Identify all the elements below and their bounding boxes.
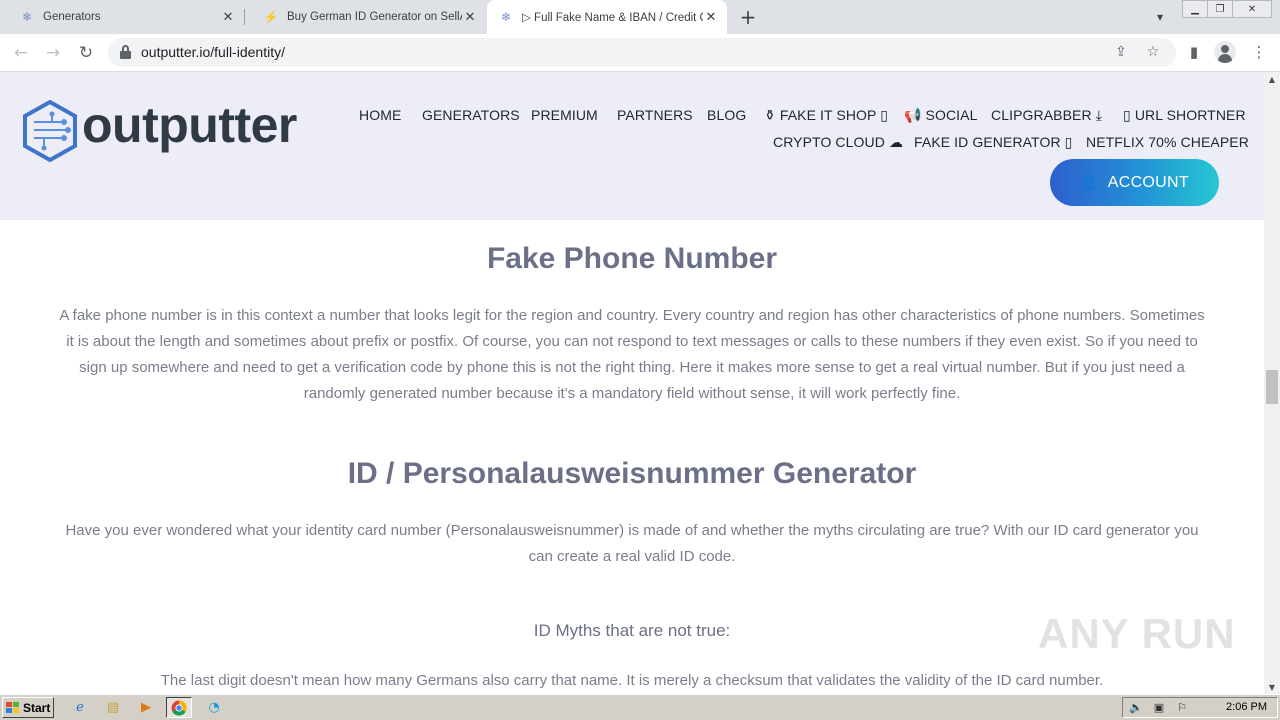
page-viewport: outputter HOME GENERATORS PREMIUM PARTNE… xyxy=(0,72,1264,694)
volume-icon[interactable]: 🔈 xyxy=(1126,700,1146,716)
browser-toolbar: ← → ↻ outputter.io/full-identity/ ⇪ ☆ ▮ … xyxy=(0,34,1280,72)
start-button[interactable]: Start xyxy=(2,697,54,718)
tab-close-icon[interactable]: ✕ xyxy=(703,9,719,25)
tab-sellapp[interactable]: ⚡ Buy German ID Generator on SellApp ✕ xyxy=(244,0,486,34)
internet-explorer-icon[interactable]: ℯ xyxy=(67,697,93,718)
tab-close-icon[interactable]: ✕ xyxy=(462,9,478,25)
nav-crypto-cloud-label: CRYPTO CLOUD xyxy=(773,134,885,150)
nav-url-shortner[interactable]: ▯ URL SHORTNER xyxy=(1123,107,1246,124)
bookmark-star-icon[interactable]: ☆ xyxy=(1144,43,1162,61)
box-icon: ▯ xyxy=(1123,107,1131,123)
media-player-icon[interactable]: ▶ xyxy=(133,697,159,718)
id-myth-1-text: The last digit doesn't mean how many Ger… xyxy=(160,672,1104,689)
tab-generators[interactable]: ❄ Generators ✕ xyxy=(0,0,244,34)
windows-logo-icon xyxy=(6,701,20,714)
profile-avatar-icon[interactable] xyxy=(1214,41,1236,63)
megaphone-icon: 📢 xyxy=(904,107,922,123)
nav-fake-id-generator[interactable]: FAKE ID GENERATOR ▯ xyxy=(914,134,1072,151)
box-icon: ▯ xyxy=(1064,134,1073,150)
fake-phone-number-text: A fake phone number is in this context a… xyxy=(59,307,1205,402)
nav-generators[interactable]: GENERATORS xyxy=(422,107,520,123)
page-scrollbar[interactable]: ▲ ▼ xyxy=(1264,72,1280,694)
outputter-favicon-icon: ❄ xyxy=(500,10,512,24)
id-generator-heading: ID / Personalausweisnummer Generator xyxy=(347,457,917,490)
restore-icon[interactable]: ❐ xyxy=(1207,0,1233,18)
nav-clipgrabber[interactable]: CLIPGRABBER ⤓ xyxy=(991,107,1102,124)
edge-icon[interactable]: ◔ xyxy=(201,697,227,718)
lock-icon[interactable] xyxy=(120,45,131,59)
account-button-label: ACCOUNT xyxy=(1107,173,1189,191)
nav-social-label: SOCIAL xyxy=(925,107,978,123)
nav-fake-id-generator-label: FAKE ID GENERATOR xyxy=(914,134,1061,150)
window-close-icon[interactable]: ✕ xyxy=(1232,0,1272,18)
nav-fake-it-shop-label: FAKE IT SHOP xyxy=(779,107,877,123)
nav-premium[interactable]: PREMIUM xyxy=(531,107,598,123)
nav-fake-it-shop[interactable]: ⚱ FAKE IT SHOP ▯ xyxy=(764,107,888,124)
logo-text[interactable]: outputter xyxy=(82,96,297,154)
scroll-up-arrow-icon[interactable]: ▲ xyxy=(1264,72,1280,86)
nav-blog[interactable]: BLOG xyxy=(707,107,746,123)
tab-title: Buy German ID Generator on SellApp xyxy=(287,11,462,23)
browser-tab-strip: ❄ Generators ✕ ⚡ Buy German ID Generator… xyxy=(0,0,1280,34)
minimize-icon[interactable]: ▁ xyxy=(1182,0,1208,18)
tab-search-chevron-icon[interactable]: ▾ xyxy=(1150,8,1170,26)
nav-url-shortner-label: URL SHORTNER xyxy=(1134,107,1246,123)
nav-clipgrabber-label: CLIPGRABBER xyxy=(991,107,1092,123)
nav-partners[interactable]: PARTNERS xyxy=(617,107,693,123)
window-controls: ▁ ❐ ✕ xyxy=(1182,0,1272,18)
clock[interactable]: 2:06 PM xyxy=(1226,701,1267,713)
outputter-logo-icon[interactable] xyxy=(22,100,78,162)
anyrun-watermark: ANY RUN xyxy=(1038,610,1236,657)
box-icon: ▯ xyxy=(880,107,889,123)
file-explorer-icon[interactable]: ▤ xyxy=(100,697,126,718)
kebab-menu-icon[interactable]: ⋮ xyxy=(1247,40,1271,64)
tab-close-icon[interactable]: ✕ xyxy=(220,9,236,25)
windows-taskbar: Start ℯ ▤ ▶ ◔ 🔈 ▣ ⚐ 2:06 PM xyxy=(0,694,1280,720)
system-tray: 🔈 ▣ ⚐ 2:06 PM xyxy=(1122,697,1278,718)
site-header: outputter HOME GENERATORS PREMIUM PARTNE… xyxy=(0,72,1264,220)
nav-social[interactable]: 📢 SOCIAL xyxy=(904,107,978,124)
back-arrow-icon[interactable]: ← xyxy=(8,40,34,66)
shop-bag-icon: ⚱ xyxy=(764,107,776,123)
nav-home[interactable]: HOME xyxy=(359,107,401,123)
url-text[interactable]: outputter.io/full-identity/ xyxy=(141,44,285,60)
nav-netflix[interactable]: NETFLIX 70% CHEAPER xyxy=(1086,134,1249,150)
cloud-icon: ☁ xyxy=(888,134,904,150)
download-icon: ⤓ xyxy=(1095,107,1102,123)
address-bar[interactable]: outputter.io/full-identity/ ⇪ ☆ xyxy=(108,38,1176,67)
scrollbar-thumb[interactable] xyxy=(1266,370,1278,404)
side-panel-icon[interactable]: ▮ xyxy=(1182,40,1206,64)
id-generator-text: Have you ever wondered what your identit… xyxy=(65,522,1199,565)
outputter-favicon-icon: ❄ xyxy=(21,10,33,24)
start-label: Start xyxy=(23,700,51,715)
new-tab-button[interactable]: + xyxy=(736,5,760,29)
tab-title: Generators xyxy=(43,11,101,23)
fake-phone-number-heading: Fake Phone Number xyxy=(486,242,778,275)
tab-title: ▷ Full Fake Name & IBAN / Credit Ca xyxy=(522,12,703,24)
action-center-flag-icon[interactable]: ⚐ xyxy=(1172,700,1192,716)
scroll-down-arrow-icon[interactable]: ▼ xyxy=(1264,680,1280,694)
tab-full-identity[interactable]: ❄ ▷ Full Fake Name & IBAN / Credit Ca ✕ xyxy=(487,0,727,34)
reload-icon[interactable]: ↻ xyxy=(73,40,99,66)
chrome-icon[interactable] xyxy=(166,697,192,718)
share-icon[interactable]: ⇪ xyxy=(1112,43,1130,61)
user-icon: 👤 xyxy=(1080,174,1098,190)
network-icon[interactable]: ▣ xyxy=(1149,700,1169,716)
nav-crypto-cloud[interactable]: CRYPTO CLOUD ☁ xyxy=(773,134,903,151)
forward-arrow-icon[interactable]: → xyxy=(40,40,66,66)
account-button[interactable]: 👤 ACCOUNT xyxy=(1050,159,1219,206)
sellapp-favicon-icon: ⚡ xyxy=(263,10,279,24)
